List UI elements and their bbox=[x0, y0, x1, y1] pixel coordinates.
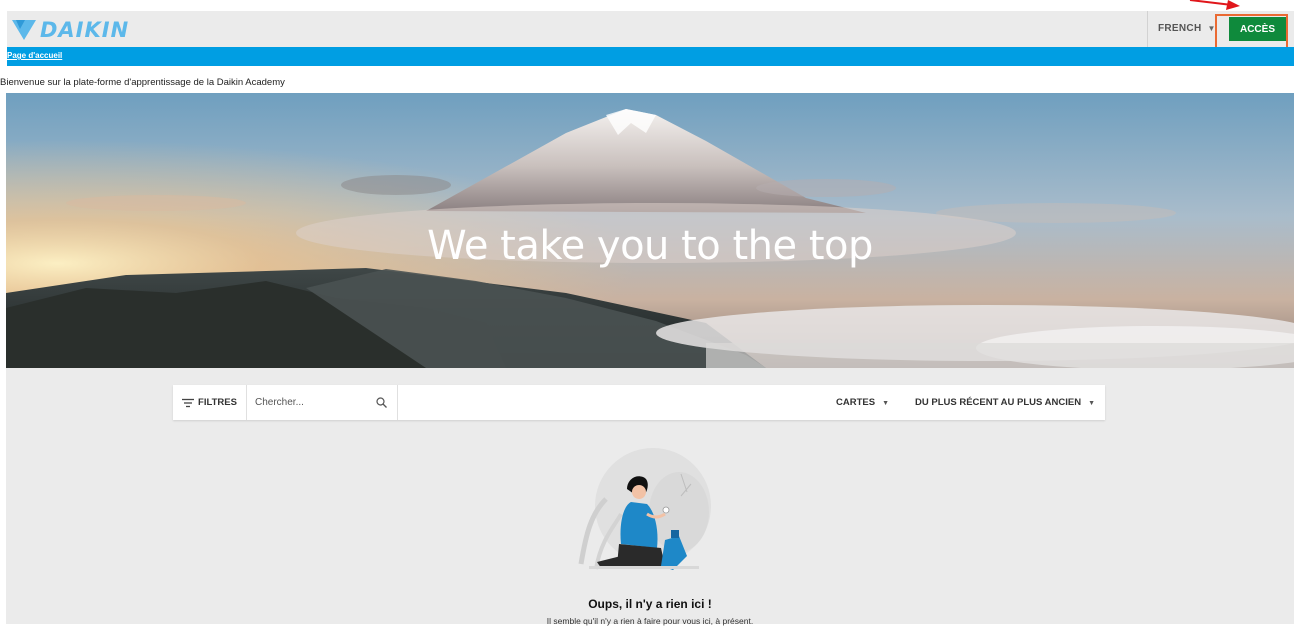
annotation-arrow-icon bbox=[1189, 0, 1240, 10]
filter-icon bbox=[182, 398, 195, 407]
empty-state-illustration bbox=[578, 448, 711, 570]
search-icon[interactable] bbox=[376, 397, 387, 408]
view-mode-label: CARTES bbox=[836, 397, 876, 408]
sort-order-label: DU PLUS RÉCENT AU PLUS ANCIEN bbox=[915, 397, 1082, 408]
empty-state-title: Oups, il n'y a rien ici ! bbox=[588, 597, 712, 611]
language-selector[interactable]: FRENCH ▼ bbox=[1158, 23, 1216, 34]
hero-title: We take you to the top bbox=[427, 223, 873, 269]
welcome-message: Bienvenue sur la plate-forme d'apprentis… bbox=[0, 77, 285, 88]
sort-order-select[interactable]: DU PLUS RÉCENT AU PLUS ANCIEN ▼ bbox=[915, 397, 1095, 408]
chevron-down-icon: ▼ bbox=[1088, 400, 1096, 407]
filters-button[interactable]: FILTRES bbox=[173, 385, 247, 420]
catalog-toolbar: FILTRES CARTES ▼ DU PLUS RÉCENT AU PLUS A… bbox=[173, 385, 1105, 420]
daikin-logo-icon bbox=[12, 20, 36, 40]
catalog-content-area: FILTRES CARTES ▼ DU PLUS RÉCENT AU PLUS A… bbox=[6, 368, 1294, 626]
empty-state-subtitle: Il semble qu'il n'y a rien à faire pour … bbox=[546, 616, 754, 626]
daikin-logo[interactable]: DAIKIN bbox=[12, 18, 129, 42]
chevron-down-icon: ▼ bbox=[882, 400, 889, 407]
divider bbox=[1147, 11, 1148, 47]
breadcrumb-home-link[interactable]: Page d'accueil bbox=[7, 51, 62, 60]
search-box bbox=[247, 385, 398, 420]
filters-label: FILTRES bbox=[198, 397, 237, 408]
hero-banner: We take you to the top bbox=[6, 93, 1294, 368]
top-navigation-bar: DAIKIN FRENCH ▼ ACCÈS bbox=[7, 11, 1294, 48]
view-mode-select[interactable]: CARTES ▼ bbox=[836, 397, 889, 408]
language-label: FRENCH bbox=[1158, 23, 1202, 34]
access-button[interactable]: ACCÈS bbox=[1229, 17, 1286, 41]
breadcrumb: Page d'accueil bbox=[7, 47, 1294, 66]
search-input[interactable] bbox=[255, 394, 365, 411]
logo-text: DAIKIN bbox=[40, 18, 130, 42]
chevron-down-icon: ▼ bbox=[1207, 24, 1216, 33]
